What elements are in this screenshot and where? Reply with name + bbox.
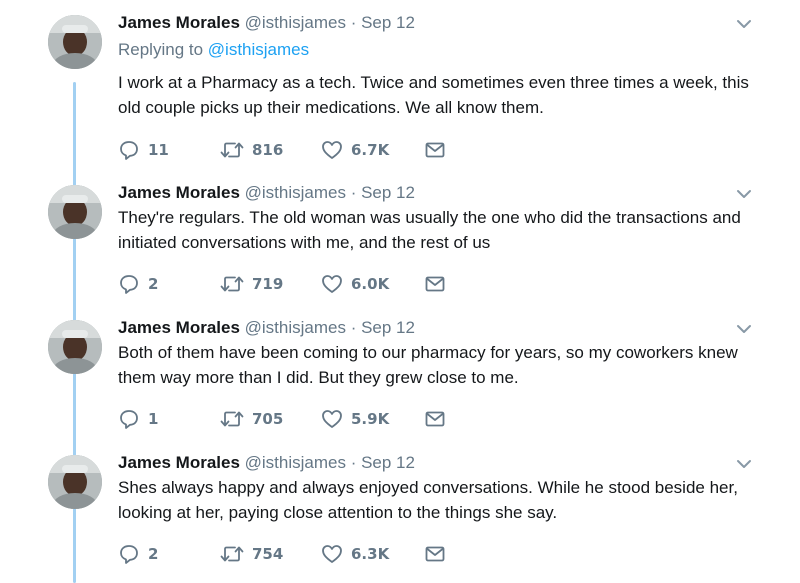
tweet-actions: 2 754 6.3K xyxy=(118,543,458,569)
author-name[interactable]: James Morales xyxy=(118,318,240,337)
like-button[interactable]: 6.0K xyxy=(321,273,389,295)
author-handle-date[interactable]: @isthisjames · Sep 12 xyxy=(245,13,415,32)
retweet-button[interactable]: 816 xyxy=(220,139,283,161)
reply-count: 1 xyxy=(148,410,159,428)
replying-to: Replying to @isthisjames xyxy=(118,40,309,60)
chevron-down-icon[interactable] xyxy=(736,458,752,470)
reply-icon xyxy=(120,141,138,160)
avatar[interactable] xyxy=(48,15,102,69)
direct-message-button[interactable] xyxy=(425,408,445,430)
heart-icon xyxy=(322,141,342,159)
author-handle-date[interactable]: @isthisjames · Sep 12 xyxy=(245,183,415,202)
reply-icon xyxy=(120,545,138,564)
replying-to-handle[interactable]: @isthisjames xyxy=(208,40,309,59)
like-count: 5.9K xyxy=(351,410,390,428)
avatar[interactable] xyxy=(48,185,102,239)
heart-icon xyxy=(322,545,342,563)
tweet-text: Shes always happy and always enjoyed con… xyxy=(118,478,738,522)
tweet-text: Both of them have been coming to our pha… xyxy=(118,343,738,387)
reply-count: 2 xyxy=(148,545,159,563)
retweet-icon xyxy=(220,276,244,292)
retweet-count: 705 xyxy=(252,410,284,428)
heart-icon xyxy=(322,275,342,293)
tweet-header: James Morales @isthisjames · Sep 12 xyxy=(118,317,415,339)
reply-button[interactable]: 2 xyxy=(118,543,158,565)
tweet-actions: 2 719 6.0K xyxy=(118,273,458,299)
tweet-header: James Morales @isthisjames · Sep 12 xyxy=(118,182,415,204)
envelope-icon xyxy=(425,546,445,562)
like-count: 6.0K xyxy=(351,275,390,293)
avatar-image xyxy=(48,185,102,239)
tweet-actions: 11 816 6.7K xyxy=(118,139,458,165)
retweet-icon xyxy=(220,411,244,427)
avatar[interactable] xyxy=(48,320,102,374)
envelope-icon xyxy=(425,142,445,158)
avatar-image xyxy=(48,320,102,374)
chevron-down-icon[interactable] xyxy=(736,18,752,30)
retweet-count: 719 xyxy=(252,275,284,293)
replying-to-label: Replying to xyxy=(118,40,208,59)
tweet-actions: 1 705 5.9K xyxy=(118,408,458,434)
like-button[interactable]: 6.3K xyxy=(321,543,389,565)
tweet-thread: James Morales @isthisjames · Sep 12 Repl… xyxy=(0,0,800,583)
author-name[interactable]: James Morales xyxy=(118,453,240,472)
author-handle-date[interactable]: @isthisjames · Sep 12 xyxy=(245,318,415,337)
retweet-button[interactable]: 705 xyxy=(220,408,283,430)
avatar[interactable] xyxy=(48,455,102,509)
direct-message-button[interactable] xyxy=(425,543,445,565)
like-count: 6.7K xyxy=(351,141,390,159)
reply-icon xyxy=(120,410,138,429)
reply-icon xyxy=(120,275,138,294)
like-button[interactable]: 6.7K xyxy=(321,139,389,161)
like-count: 6.3K xyxy=(351,545,390,563)
chevron-down-icon[interactable] xyxy=(736,188,752,200)
author-handle-date[interactable]: @isthisjames · Sep 12 xyxy=(245,453,415,472)
reply-button[interactable]: 2 xyxy=(118,273,158,295)
retweet-count: 816 xyxy=(252,141,284,159)
direct-message-button[interactable] xyxy=(425,139,445,161)
reply-count: 2 xyxy=(148,275,159,293)
tweet-header: James Morales @isthisjames · Sep 12 xyxy=(118,452,415,474)
envelope-icon xyxy=(425,276,445,292)
direct-message-button[interactable] xyxy=(425,273,445,295)
envelope-icon xyxy=(425,411,445,427)
author-name[interactable]: James Morales xyxy=(118,183,240,202)
chevron-down-icon[interactable] xyxy=(736,323,752,335)
tweet-header: James Morales @isthisjames · Sep 12 xyxy=(118,12,415,34)
like-button[interactable]: 5.9K xyxy=(321,408,389,430)
retweet-button[interactable]: 754 xyxy=(220,543,283,565)
heart-icon xyxy=(322,410,342,428)
reply-count: 11 xyxy=(148,141,169,159)
retweet-button[interactable]: 719 xyxy=(220,273,283,295)
retweet-icon xyxy=(220,142,244,158)
tweet-text: They're regulars. The old woman was usua… xyxy=(118,208,741,252)
tweet-text: I work at a Pharmacy as a tech. Twice an… xyxy=(118,73,749,117)
retweet-icon xyxy=(220,546,244,562)
author-name[interactable]: James Morales xyxy=(118,13,240,32)
avatar-image xyxy=(48,455,102,509)
retweet-count: 754 xyxy=(252,545,284,563)
avatar-image xyxy=(48,15,102,69)
reply-button[interactable]: 1 xyxy=(118,408,158,430)
reply-button[interactable]: 11 xyxy=(118,139,169,161)
